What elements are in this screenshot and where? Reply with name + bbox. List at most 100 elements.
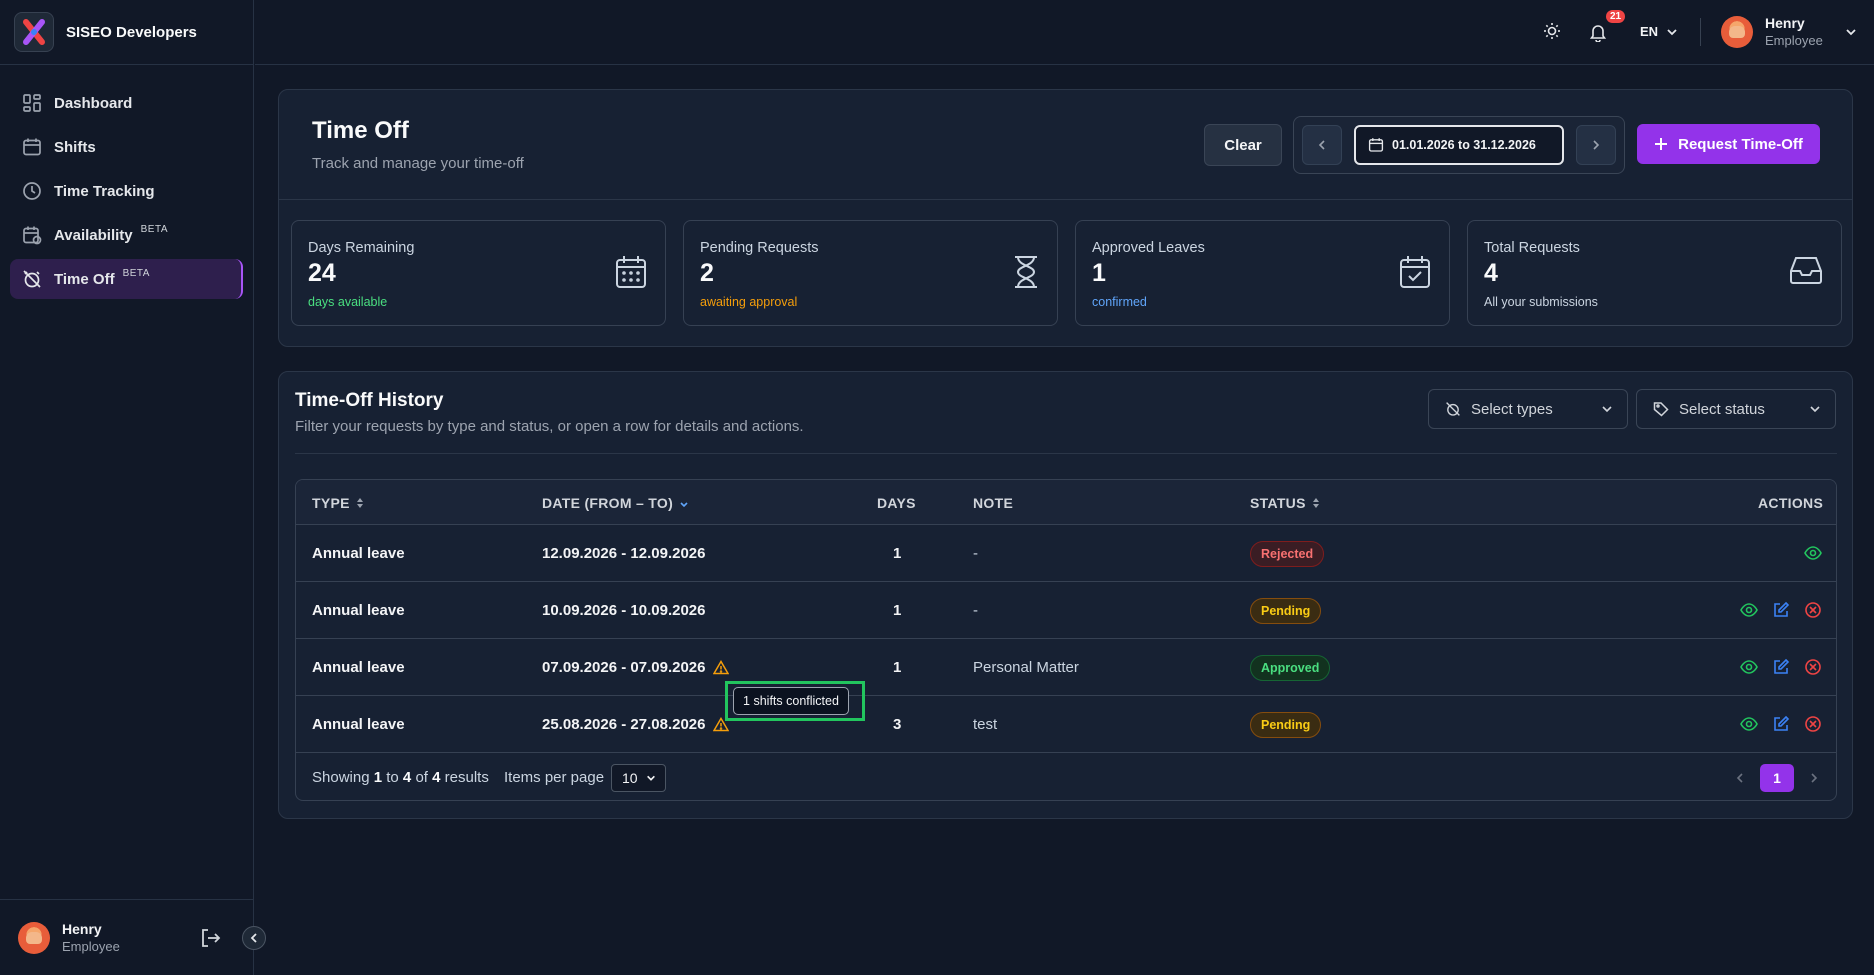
plus-icon <box>1655 138 1668 150</box>
type-filter-select[interactable]: Select types <box>1428 389 1628 429</box>
column-note: NOTE <box>973 495 1013 511</box>
status-badge: Rejected <box>1250 541 1325 567</box>
collapse-sidebar-button[interactable] <box>242 926 266 950</box>
chevron-down-icon <box>1810 406 1820 413</box>
status-filter-select[interactable]: Select status <box>1636 389 1836 429</box>
edit-icon[interactable] <box>1772 601 1790 619</box>
calendar-check-icon <box>1399 255 1431 293</box>
cell-days: 3 <box>893 716 902 733</box>
table-footer: Showing 1 to 4 of 4 results Items per pa… <box>296 754 1836 800</box>
cancel-circle-icon[interactable] <box>1804 715 1822 733</box>
section-subtitle: Filter your requests by type and status,… <box>295 418 804 435</box>
date-range-input[interactable]: 01.01.2026 to 31.12.2026 <box>1354 125 1564 165</box>
section-title: Time-Off History <box>295 390 444 411</box>
language-selector[interactable]: EN <box>1640 24 1678 39</box>
column-label: NOTE <box>973 495 1014 511</box>
type-filter-placeholder: Select types <box>1471 400 1553 418</box>
date-text: 07.09.2026 - 07.09.2026 <box>542 659 706 676</box>
user-role: Employee <box>62 938 120 954</box>
warning-icon[interactable] <box>713 660 730 675</box>
sidebar: SISEO Developers Dashboard Shifts Time T… <box>0 0 254 975</box>
calendar-icon <box>23 138 41 156</box>
row-actions <box>1740 658 1822 676</box>
avatar[interactable] <box>18 921 50 954</box>
chevron-down-icon <box>1667 28 1677 35</box>
status-badge: Approved <box>1250 655 1331 681</box>
logout-icon[interactable] <box>198 926 222 954</box>
sidebar-item-label: Dashboard <box>54 94 133 112</box>
cell-type: Annual leave <box>312 659 405 676</box>
user-role: Employee <box>1765 33 1823 48</box>
pagination: 1 <box>1734 764 1820 792</box>
row-actions <box>1804 544 1822 562</box>
sidebar-item-dashboard[interactable]: Dashboard <box>10 83 243 123</box>
column-label: DAYS <box>877 495 916 511</box>
status-badge: Pending <box>1250 712 1322 738</box>
stat-label: Days Remaining <box>308 240 415 256</box>
sidebar-item-label: Availability <box>54 226 133 244</box>
stat-days-remaining: Days Remaining 24 days available <box>291 220 666 326</box>
sidebar-item-availability[interactable]: Availability BETA <box>10 215 243 255</box>
bell-icon[interactable] <box>1589 22 1607 46</box>
chevron-left-icon <box>250 933 257 943</box>
eye-icon[interactable] <box>1740 658 1758 676</box>
chevron-right-icon[interactable] <box>1808 772 1820 784</box>
edit-icon[interactable] <box>1772 658 1790 676</box>
clear-button[interactable]: Clear <box>1204 124 1282 166</box>
column-status[interactable]: STATUS <box>1250 495 1320 511</box>
page-subtitle: Track and manage your time-off <box>312 155 524 172</box>
cancel-circle-icon[interactable] <box>1804 601 1822 619</box>
sidebar-item-label: Time Off <box>54 270 115 288</box>
stat-note: All your submissions <box>1484 295 1598 309</box>
cancel-circle-icon[interactable] <box>1804 658 1822 676</box>
chevron-down-icon <box>1846 29 1856 36</box>
chevron-left-icon <box>1318 140 1325 150</box>
sidebar-item-shifts[interactable]: Shifts <box>10 127 243 167</box>
table-row[interactable]: Annual leave 10.09.2026 - 10.09.2026 1 -… <box>296 582 1836 639</box>
column-type[interactable]: TYPE <box>312 495 364 511</box>
stat-note: days available <box>308 295 388 309</box>
eye-icon[interactable] <box>1804 544 1822 562</box>
cell-note: Personal Matter <box>973 659 1079 676</box>
eye-icon[interactable] <box>1740 601 1758 619</box>
previous-range-button[interactable] <box>1302 125 1342 165</box>
row-actions <box>1740 601 1822 619</box>
theme-toggle-icon[interactable] <box>1543 22 1561 44</box>
alarm-off-icon <box>23 270 41 288</box>
eye-icon[interactable] <box>1740 715 1758 733</box>
sidebar-item-time-off[interactable]: Time Off BETA <box>10 259 243 299</box>
edit-icon[interactable] <box>1772 715 1790 733</box>
beta-badge: BETA <box>122 267 150 279</box>
column-date[interactable]: DATE (FROM – TO) <box>542 495 689 511</box>
row-actions <box>1740 715 1822 733</box>
column-label: DATE (FROM – TO) <box>542 495 674 511</box>
dashboard-icon <box>23 94 41 112</box>
cell-days: 1 <box>893 602 902 619</box>
page-button-current[interactable]: 1 <box>1760 764 1794 792</box>
time-off-table: TYPE DATE (FROM – TO) DAYS NOTE STATUS A… <box>295 479 1837 801</box>
user-name: Henry <box>62 920 102 937</box>
topbar: 21 EN Henry Employee <box>255 0 1874 65</box>
cell-days: 1 <box>893 545 902 562</box>
date-range-picker: 01.01.2026 to 31.12.2026 <box>1293 116 1625 174</box>
sidebar-item-time-tracking[interactable]: Time Tracking <box>10 171 243 211</box>
cell-type: Annual leave <box>312 545 405 562</box>
request-time-off-button[interactable]: Request Time-Off <box>1637 124 1820 164</box>
brand[interactable]: SISEO Developers <box>0 0 253 65</box>
user-menu[interactable]: Henry Employee <box>1721 15 1857 49</box>
stat-value: 1 <box>1092 259 1106 287</box>
chevron-left-icon[interactable] <box>1734 772 1746 784</box>
cell-date: 07.09.2026 - 07.09.2026 <box>542 659 730 676</box>
sidebar-user: Henry Employee <box>0 899 254 975</box>
request-time-off-label: Request Time-Off <box>1678 135 1803 153</box>
items-per-page-select[interactable]: 10 <box>611 764 666 792</box>
table-row[interactable]: Annual leave 07.09.2026 - 07.09.2026 1 P… <box>296 639 1836 696</box>
table-row[interactable]: Annual leave 25.08.2026 - 27.08.2026 3 t… <box>296 696 1836 753</box>
table-row[interactable]: Annual leave 12.09.2026 - 12.09.2026 1 -… <box>296 525 1836 582</box>
column-label: TYPE <box>312 495 350 511</box>
stat-label: Pending Requests <box>700 240 819 256</box>
stat-approved-leaves: Approved Leaves 1 confirmed <box>1075 220 1450 326</box>
column-label: STATUS <box>1250 495 1306 511</box>
time-off-summary-card: Time Off Track and manage your time-off … <box>278 89 1853 347</box>
next-range-button[interactable] <box>1576 125 1616 165</box>
